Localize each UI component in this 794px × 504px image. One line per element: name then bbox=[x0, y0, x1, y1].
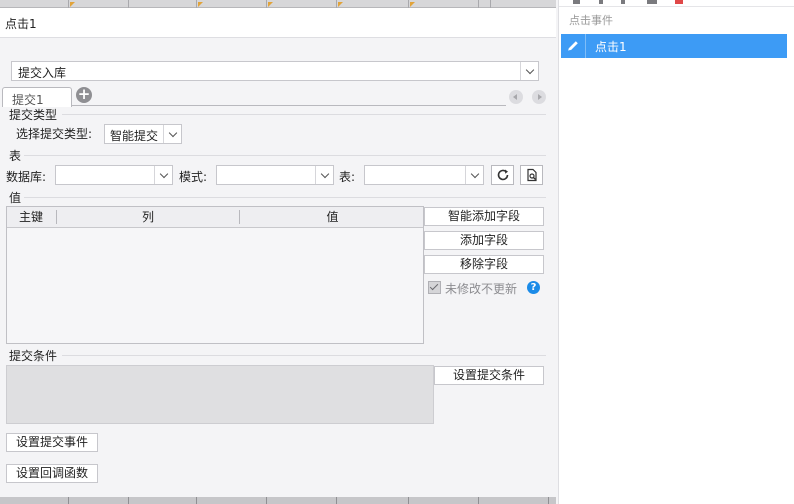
table-select[interactable] bbox=[364, 165, 484, 185]
condition-display-area bbox=[6, 365, 434, 424]
smart-add-field-button[interactable]: 智能添加字段 bbox=[424, 207, 544, 226]
field-mapping-table[interactable]: 主键 列 值 bbox=[6, 206, 424, 344]
toolbar-icon[interactable] bbox=[599, 0, 603, 4]
mode-label: 模式: bbox=[179, 170, 208, 184]
document-search-icon bbox=[526, 168, 537, 182]
section-table: 表 bbox=[9, 149, 22, 163]
tab-next-icon[interactable] bbox=[532, 90, 546, 104]
toolbar-icon[interactable] bbox=[573, 0, 580, 4]
column-header-value[interactable]: 值 bbox=[240, 207, 425, 228]
preview-table-button[interactable] bbox=[520, 165, 543, 185]
chevron-down-icon[interactable] bbox=[315, 166, 333, 184]
delete-icon[interactable] bbox=[675, 0, 683, 4]
submit-type-select[interactable]: 智能提交 bbox=[104, 124, 182, 144]
background-ruler bbox=[0, 0, 556, 8]
section-rule bbox=[62, 114, 546, 115]
table-label: 表: bbox=[339, 170, 356, 184]
tab-submit-1[interactable]: 提交1 bbox=[2, 87, 72, 107]
add-field-button[interactable]: 添加字段 bbox=[424, 231, 544, 250]
no-update-unchanged-checkbox[interactable] bbox=[428, 281, 441, 294]
event-panel-header: 点击事件 bbox=[569, 14, 613, 27]
table-header: 主键 列 值 bbox=[7, 207, 423, 228]
set-condition-button[interactable]: 设置提交条件 bbox=[434, 366, 544, 385]
section-submit-type: 提交类型 bbox=[9, 108, 58, 122]
toolbar-icon[interactable] bbox=[647, 0, 657, 4]
chevron-down-icon[interactable] bbox=[520, 62, 538, 80]
section-rule bbox=[24, 155, 546, 156]
refresh-icon bbox=[497, 169, 508, 181]
database-select[interactable] bbox=[55, 165, 173, 185]
toolbar-icon[interactable] bbox=[621, 0, 625, 4]
tab-prev-icon[interactable] bbox=[509, 90, 523, 104]
section-rule bbox=[24, 197, 546, 198]
submit-dialog: 点击1 提交入库 提交1 + 提交类型 选择提交类型: 智能提交 表 数据库: … bbox=[0, 8, 556, 497]
dialog-title: 点击1 bbox=[5, 17, 37, 31]
event-toolbar bbox=[559, 0, 794, 7]
chevron-down-icon[interactable] bbox=[163, 125, 181, 143]
event-list-item[interactable]: 点击1 bbox=[561, 34, 787, 58]
background-ruler-bottom bbox=[0, 497, 556, 504]
chevron-down-icon[interactable] bbox=[465, 166, 483, 184]
no-update-unchanged-label: 未修改不更新 bbox=[445, 282, 518, 296]
submit-mode-value: 提交入库 bbox=[18, 66, 67, 80]
chevron-down-icon[interactable] bbox=[154, 166, 172, 184]
section-rule bbox=[62, 355, 546, 356]
submit-type-label: 选择提交类型: bbox=[16, 127, 93, 141]
set-callback-button[interactable]: 设置回调函数 bbox=[6, 464, 98, 483]
refresh-button[interactable] bbox=[491, 165, 514, 185]
event-panel: 点击事件 点击1 bbox=[558, 0, 794, 504]
remove-field-button[interactable]: 移除字段 bbox=[424, 255, 544, 274]
event-item-label: 点击1 bbox=[595, 40, 627, 54]
help-icon[interactable]: ? bbox=[527, 281, 540, 294]
tab-divider bbox=[72, 105, 506, 106]
section-condition: 提交条件 bbox=[9, 349, 58, 363]
submit-mode-select[interactable]: 提交入库 bbox=[11, 61, 539, 81]
add-tab-icon[interactable]: + bbox=[76, 87, 92, 103]
edit-pencil-icon[interactable] bbox=[561, 34, 586, 58]
set-submit-event-button[interactable]: 设置提交事件 bbox=[6, 433, 98, 452]
submit-type-value: 智能提交 bbox=[110, 129, 159, 143]
section-values: 值 bbox=[9, 191, 22, 205]
column-header-column[interactable]: 列 bbox=[57, 207, 239, 228]
database-label: 数据库: bbox=[6, 170, 47, 184]
mode-select[interactable] bbox=[216, 165, 334, 185]
column-header-key[interactable]: 主键 bbox=[7, 207, 55, 228]
dialog-title-bar: 点击1 bbox=[0, 8, 556, 38]
